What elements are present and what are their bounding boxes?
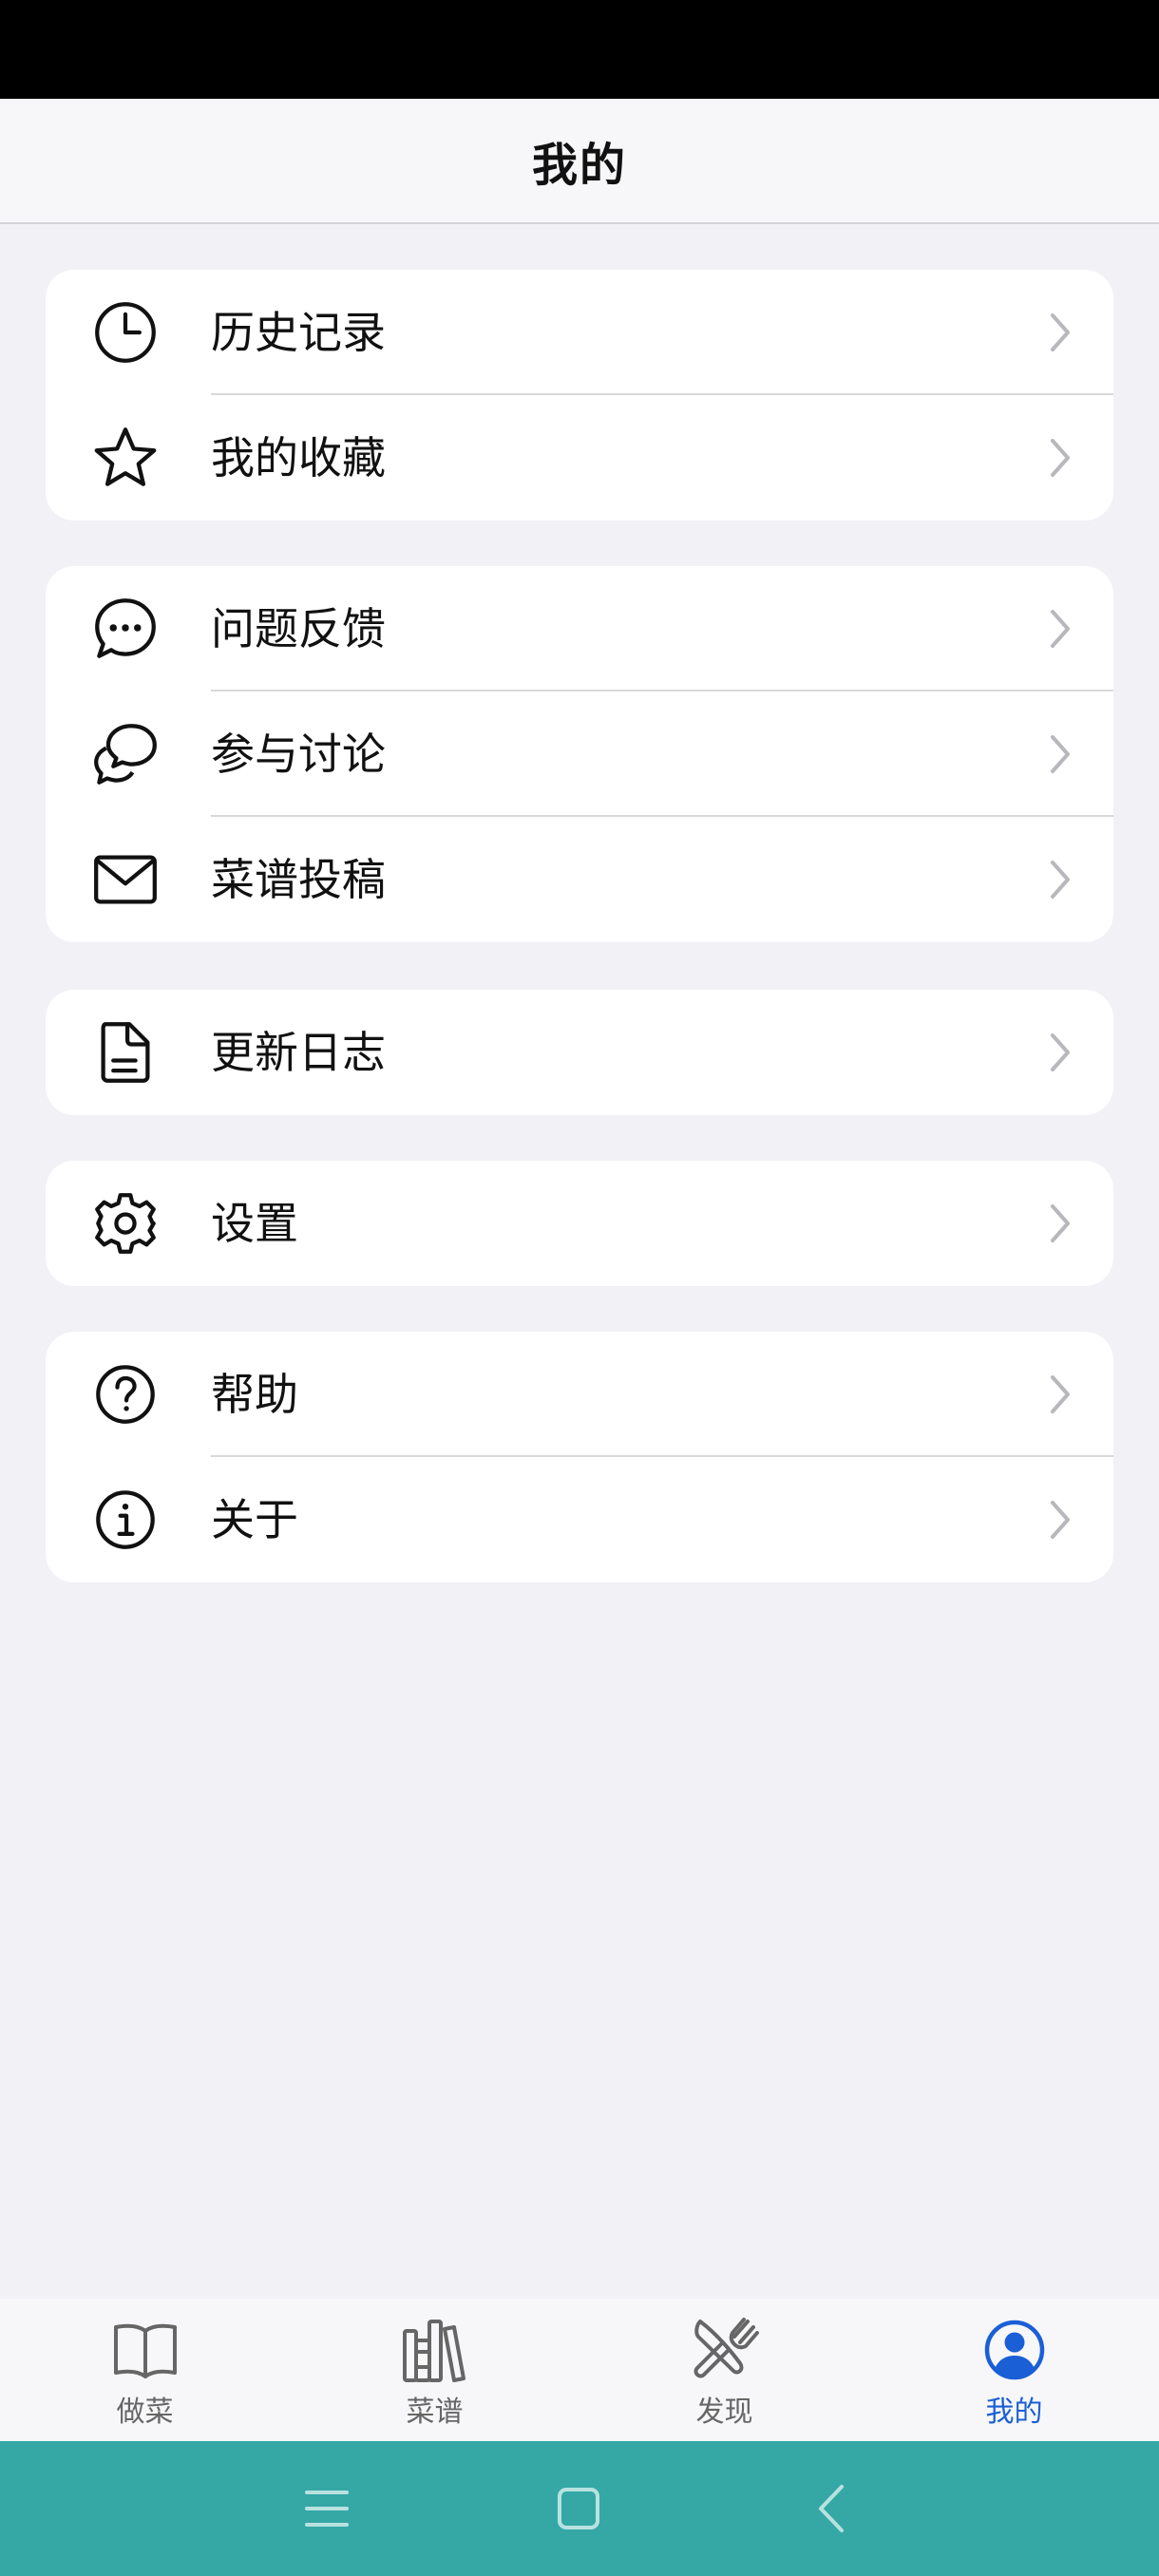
tab-mine[interactable]: 我的: [869, 2299, 1159, 2441]
chevron-right-icon: [1051, 1375, 1070, 1413]
home-icon[interactable]: [551, 2481, 606, 2536]
system-navigation-bar: [0, 2441, 1159, 2576]
back-icon[interactable]: [806, 2481, 861, 2536]
chevron-right-icon: [1051, 735, 1070, 773]
chevron-right-icon: [1051, 1204, 1070, 1242]
menu-group-settings: 设置: [46, 1161, 1113, 1286]
status-bar: [0, 0, 1159, 99]
menu-item-feedback[interactable]: 问题反馈: [46, 566, 1113, 691]
menu-item-label: 帮助: [211, 1369, 298, 1420]
chevron-right-icon: [1051, 439, 1070, 477]
tab-discover[interactable]: 发现: [580, 2299, 869, 2441]
tab-label: 我的: [985, 2396, 1043, 2429]
chevron-right-icon: [1051, 610, 1070, 648]
menu-item-discussion[interactable]: 参与讨论: [46, 691, 1113, 817]
tab-label: 菜谱: [406, 2396, 464, 2429]
menu-item-favorites[interactable]: 我的收藏: [46, 395, 1113, 521]
discussion-icon: [93, 722, 158, 786]
menu-item-submit-recipe[interactable]: 菜谱投稿: [46, 817, 1113, 942]
menu-item-label: 菜谱投稿: [211, 854, 386, 905]
tab-label: 发现: [695, 2396, 753, 2429]
menu-item-label: 更新日志: [211, 1027, 386, 1078]
header: 我的: [0, 99, 1159, 224]
tab-label: 做菜: [116, 2396, 174, 2429]
tab-recipes[interactable]: 菜谱: [290, 2299, 580, 2441]
menu-group-changelog: 更新日志: [46, 990, 1113, 1115]
page-title: 我的: [531, 139, 627, 192]
menu-item-history[interactable]: 历史记录: [46, 270, 1113, 395]
menu-item-changelog[interactable]: 更新日志: [46, 990, 1113, 1115]
menu-group-help: 帮助 关于: [46, 1332, 1113, 1582]
question-icon: [93, 1362, 158, 1427]
star-icon: [93, 426, 158, 490]
tab-cook[interactable]: 做菜: [0, 2299, 290, 2441]
books-icon: [402, 2320, 466, 2382]
clock-icon: [93, 300, 158, 365]
menu-icon[interactable]: [299, 2481, 354, 2536]
menu-item-label: 关于: [211, 1494, 298, 1545]
chevron-right-icon: [1051, 1033, 1070, 1071]
menu-item-label: 历史记录: [211, 307, 386, 358]
info-icon: [93, 1487, 158, 1552]
menu-item-label: 设置: [211, 1198, 298, 1249]
menu-item-label: 参与讨论: [211, 729, 386, 780]
gear-icon: [93, 1191, 158, 1256]
document-icon: [93, 1020, 158, 1085]
menu-group-records: 历史记录 我的收藏: [46, 270, 1113, 521]
menu-item-about[interactable]: 关于: [46, 1457, 1113, 1582]
menu-group-community: 问题反馈 参与讨论 菜谱投稿: [46, 566, 1113, 942]
utensils-icon: [694, 2318, 759, 2378]
chevron-right-icon: [1051, 861, 1070, 899]
mail-icon: [93, 847, 158, 912]
person-icon: [984, 2320, 1044, 2380]
chat-bubble-icon: [93, 597, 158, 661]
menu-item-label: 我的收藏: [211, 432, 386, 483]
open-book-icon: [113, 2323, 177, 2378]
chevron-right-icon: [1051, 313, 1070, 351]
chevron-right-icon: [1051, 1501, 1070, 1539]
tab-bar: 做菜 菜谱 发现 我的: [0, 2299, 1159, 2441]
menu-item-help[interactable]: 帮助: [46, 1332, 1113, 1457]
menu-item-label: 问题反馈: [211, 603, 386, 654]
menu-item-settings[interactable]: 设置: [46, 1161, 1113, 1286]
